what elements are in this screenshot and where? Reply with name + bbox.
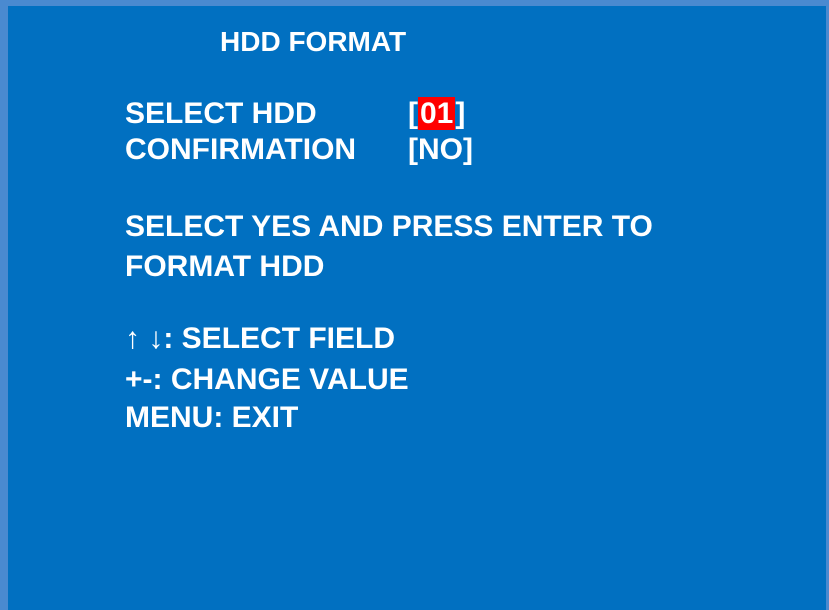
- select-hdd-bracket-open: [: [408, 97, 418, 130]
- page-title: HDD FORMAT: [220, 26, 407, 57]
- instruction-line-2: FORMAT HDD: [125, 250, 325, 283]
- hdd-format-screen: HDD FORMAT SELECT HDD [01] CONFIRMATION …: [0, 0, 829, 610]
- confirmation-value[interactable]: [NO]: [408, 132, 473, 168]
- help-select-field: ↑ ↓: SELECT FIELD: [125, 321, 395, 357]
- help-select-field-text: : SELECT FIELD: [163, 322, 396, 355]
- confirmation-label: CONFIRMATION: [125, 133, 357, 166]
- select-hdd-field[interactable]: [01]: [408, 96, 465, 132]
- instruction-line-1: SELECT YES AND PRESS ENTER TO: [125, 210, 653, 243]
- select-hdd-label: SELECT HDD: [125, 97, 317, 130]
- select-hdd-bracket-close: ]: [455, 97, 466, 130]
- up-arrow-icon: ↑: [125, 322, 140, 355]
- help-exit: MENU: EXIT: [125, 401, 299, 434]
- help-change-value: +-: CHANGE VALUE: [125, 363, 409, 396]
- select-hdd-value[interactable]: 01: [418, 97, 456, 130]
- down-arrow-icon: ↓: [148, 322, 164, 355]
